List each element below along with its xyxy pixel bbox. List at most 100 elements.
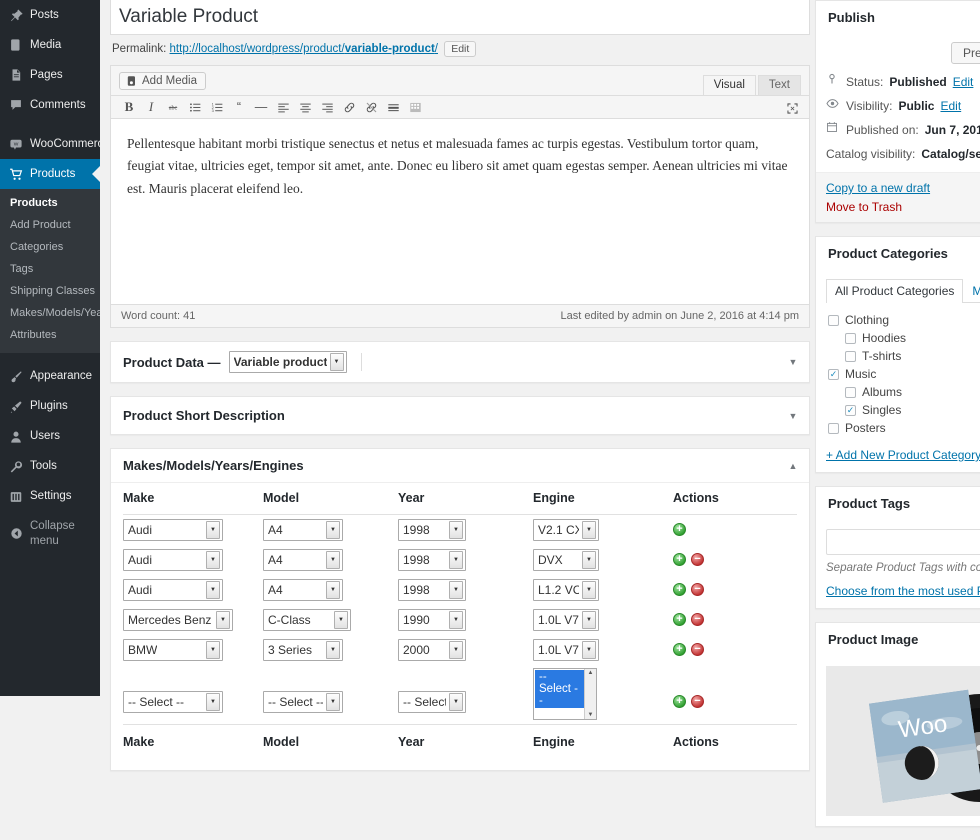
collapse-menu-button[interactable]: Collapse menu <box>0 512 100 556</box>
delete-row-icon[interactable]: − <box>691 613 704 626</box>
model-select[interactable]: A4▼ <box>263 519 343 541</box>
tab-most-used[interactable]: Most Used <box>963 279 980 303</box>
listbox-scrollbar[interactable]: ▲ ▼ <box>584 669 596 719</box>
add-media-button[interactable]: Add Media <box>119 72 206 90</box>
move-to-trash-link[interactable]: Move to Trash <box>826 200 980 214</box>
sidebar-item-plugins[interactable]: Plugins <box>0 392 100 422</box>
engine-select[interactable]: DVX▼ <box>533 549 599 571</box>
checkbox-checked[interactable]: ✓ <box>828 369 839 380</box>
sidebar-item-comments[interactable]: Comments <box>0 90 100 120</box>
sidebar-item-appearance[interactable]: Appearance <box>0 362 100 392</box>
chevron-up-icon[interactable]: ▲ <box>787 460 799 472</box>
visibility-edit-link[interactable]: Edit <box>940 97 961 115</box>
year-select[interactable]: 1998▼ <box>398 579 466 601</box>
choose-most-used-tags-link[interactable]: Choose from the most used Product tags <box>826 584 980 598</box>
engine-select[interactable]: L1.2 VC▼ <box>533 579 599 601</box>
fullscreen-icon[interactable] <box>786 102 799 115</box>
category-item-tshirts[interactable]: T-shirts <box>828 347 980 365</box>
year-select[interactable]: 1998▼ <box>398 549 466 571</box>
add-row-icon[interactable]: + <box>673 695 686 708</box>
bold-icon[interactable]: B <box>119 98 139 116</box>
preview-changes-button[interactable]: Preview Changes <box>951 42 980 64</box>
delete-row-icon[interactable]: − <box>691 695 704 708</box>
insert-link-icon[interactable] <box>339 98 359 116</box>
make-select[interactable]: BMW▼ <box>123 639 223 661</box>
sidebar-item-users[interactable]: Users <box>0 422 100 452</box>
delete-row-icon[interactable]: − <box>691 583 704 596</box>
status-edit-link[interactable]: Edit <box>953 73 974 91</box>
year-select[interactable]: 1998▼ <box>398 519 466 541</box>
editor-content-area[interactable]: Pellentesque habitant morbi tristique se… <box>111 119 809 304</box>
remove-link-icon[interactable] <box>361 98 381 116</box>
make-select[interactable]: Mercedes Benz▼ <box>123 609 233 631</box>
scroll-down-icon[interactable]: ▼ <box>588 711 594 719</box>
make-select-new[interactable]: -- Select --▼ <box>123 691 223 713</box>
add-row-icon[interactable]: + <box>673 553 686 566</box>
year-select-new[interactable]: -- Select --▼ <box>398 691 466 713</box>
sidebar-item-pages[interactable]: Pages <box>0 60 100 90</box>
unordered-list-icon[interactable] <box>185 98 205 116</box>
edit-permalink-button[interactable]: Edit <box>444 41 476 57</box>
year-select[interactable]: 2000▼ <box>398 639 466 661</box>
chevron-down-icon[interactable]: ▼ <box>787 356 799 368</box>
year-select[interactable]: 1990▼ <box>398 609 466 631</box>
copy-to-new-draft-link[interactable]: Copy to a new draft <box>826 181 980 195</box>
align-right-icon[interactable] <box>317 98 337 116</box>
read-more-icon[interactable] <box>383 98 403 116</box>
add-row-icon[interactable]: + <box>673 643 686 656</box>
chevron-down-icon[interactable]: ▼ <box>787 410 799 422</box>
engine-select[interactable]: 1.0L V7▼ <box>533 639 599 661</box>
add-new-product-category-link[interactable]: + Add New Product Category <box>826 448 980 462</box>
delete-row-icon[interactable]: − <box>691 553 704 566</box>
model-select[interactable]: A4▼ <box>263 549 343 571</box>
make-select[interactable]: Audi▼ <box>123 549 223 571</box>
model-select[interactable]: 3 Series▼ <box>263 639 343 661</box>
checkbox[interactable] <box>828 423 839 434</box>
checkbox[interactable] <box>845 333 856 344</box>
blockquote-icon[interactable]: “ <box>229 98 249 116</box>
category-item-posters[interactable]: Posters <box>828 419 980 437</box>
tab-text[interactable]: Text <box>758 75 801 95</box>
align-center-icon[interactable] <box>295 98 315 116</box>
checkbox[interactable] <box>845 387 856 398</box>
checkbox[interactable] <box>845 351 856 362</box>
submenu-item-add-product[interactable]: Add Product <box>0 215 100 237</box>
category-item-hoodies[interactable]: Hoodies <box>828 329 980 347</box>
tab-all-product-categories[interactable]: All Product Categories <box>826 279 963 303</box>
submenu-item-categories[interactable]: Categories <box>0 237 100 259</box>
category-item-albums[interactable]: Albums <box>828 383 980 401</box>
submenu-item-products[interactable]: Products <box>0 193 100 215</box>
category-item-singles[interactable]: ✓Singles <box>828 401 980 419</box>
engine-select[interactable]: 1.0L V7▼ <box>533 609 599 631</box>
engine-select[interactable]: V2.1 CX▼ <box>533 519 599 541</box>
delete-row-icon[interactable]: − <box>691 643 704 656</box>
product-tags-input[interactable] <box>826 529 980 555</box>
permalink-link[interactable]: http://localhost/wordpress/product/varia… <box>170 43 438 55</box>
make-select[interactable]: Audi▼ <box>123 519 223 541</box>
align-left-icon[interactable] <box>273 98 293 116</box>
tab-visual[interactable]: Visual <box>703 75 756 95</box>
checkbox-checked[interactable]: ✓ <box>845 405 856 416</box>
model-select-new[interactable]: -- Select --▼ <box>263 691 343 713</box>
add-row-icon[interactable]: + <box>673 583 686 596</box>
submenu-item-makes-models-years-engines[interactable]: Makes/Models/Years/Engines <box>0 303 100 325</box>
engine-option-selected[interactable]: -- Select -- <box>535 670 584 708</box>
submenu-item-shipping-classes[interactable]: Shipping Classes <box>0 281 100 303</box>
product-type-select[interactable]: Variable product ▼ <box>229 351 347 373</box>
sidebar-item-settings[interactable]: Settings <box>0 482 100 512</box>
sidebar-item-woocommerce[interactable]: W WooCommerce <box>0 129 100 159</box>
model-select[interactable]: A4▼ <box>263 579 343 601</box>
submenu-item-attributes[interactable]: Attributes <box>0 325 100 347</box>
make-select[interactable]: Audi▼ <box>123 579 223 601</box>
sidebar-item-media[interactable]: Media <box>0 30 100 60</box>
vehicles-header[interactable]: ▲ Makes/Models/Years/Engines <box>111 449 809 483</box>
ordered-list-icon[interactable]: 123 <box>207 98 227 116</box>
italic-icon[interactable]: I <box>141 98 161 116</box>
toolbar-toggle-icon[interactable] <box>405 98 425 116</box>
scroll-up-icon[interactable]: ▲ <box>588 669 594 677</box>
model-select[interactable]: C-Class▼ <box>263 609 351 631</box>
checkbox[interactable] <box>828 315 839 326</box>
submenu-item-tags[interactable]: Tags <box>0 259 100 281</box>
strikethrough-icon[interactable]: abc <box>163 98 183 116</box>
category-item-clothing[interactable]: Clothing <box>828 311 980 329</box>
